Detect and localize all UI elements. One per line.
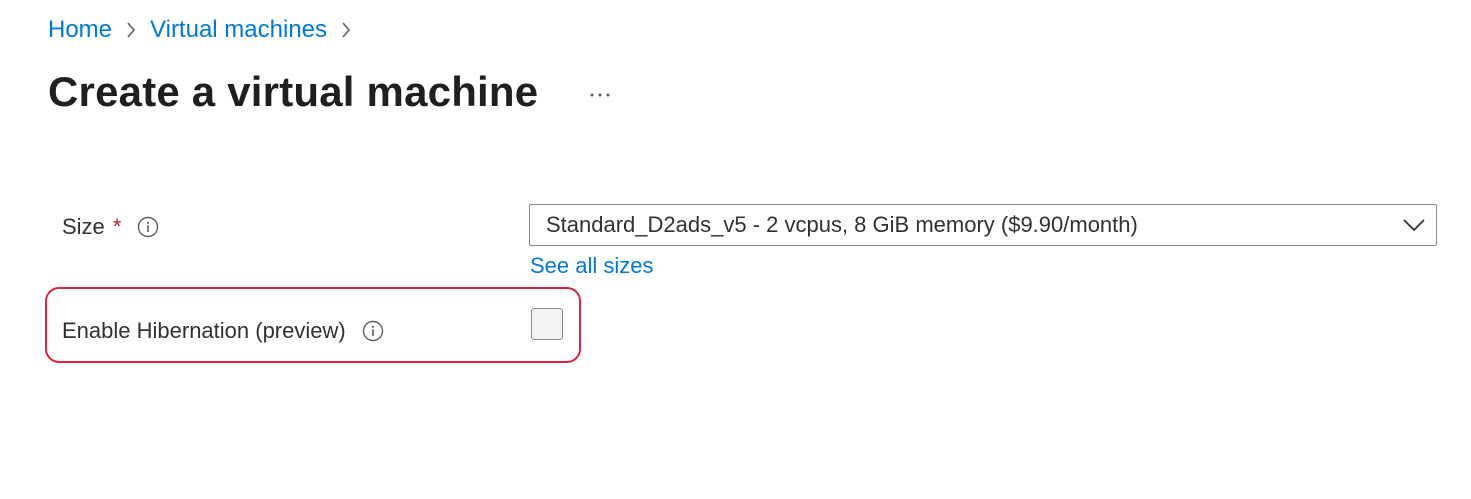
- size-dropdown-value: Standard_D2ads_v5 - 2 vcpus, 8 GiB memor…: [546, 212, 1138, 237]
- page-title: Create a virtual machine: [48, 68, 539, 115]
- size-label-text: Size: [62, 214, 105, 239]
- breadcrumb-home-link[interactable]: Home: [48, 14, 112, 46]
- breadcrumb-virtual-machines-link[interactable]: Virtual machines: [150, 14, 327, 46]
- enable-hibernation-checkbox[interactable]: [531, 308, 563, 340]
- hibernation-field-label: Enable Hibernation (preview): [62, 314, 384, 348]
- chevron-right-icon: [112, 21, 150, 39]
- chevron-down-icon: [1392, 218, 1436, 232]
- info-icon[interactable]: [362, 320, 384, 342]
- size-dropdown[interactable]: Standard_D2ads_v5 - 2 vcpus, 8 GiB memor…: [529, 204, 1437, 246]
- breadcrumb: Home Virtual machines: [48, 14, 365, 46]
- more-options-button[interactable]: [584, 78, 616, 110]
- size-field-label: Size *: [62, 210, 159, 244]
- more-icon: [588, 85, 612, 103]
- required-indicator: *: [112, 214, 122, 239]
- chevron-right-icon: [327, 21, 365, 39]
- hibernation-label-text: Enable Hibernation (preview): [62, 318, 346, 343]
- info-icon[interactable]: [137, 216, 159, 238]
- see-all-sizes-link[interactable]: See all sizes: [530, 252, 654, 280]
